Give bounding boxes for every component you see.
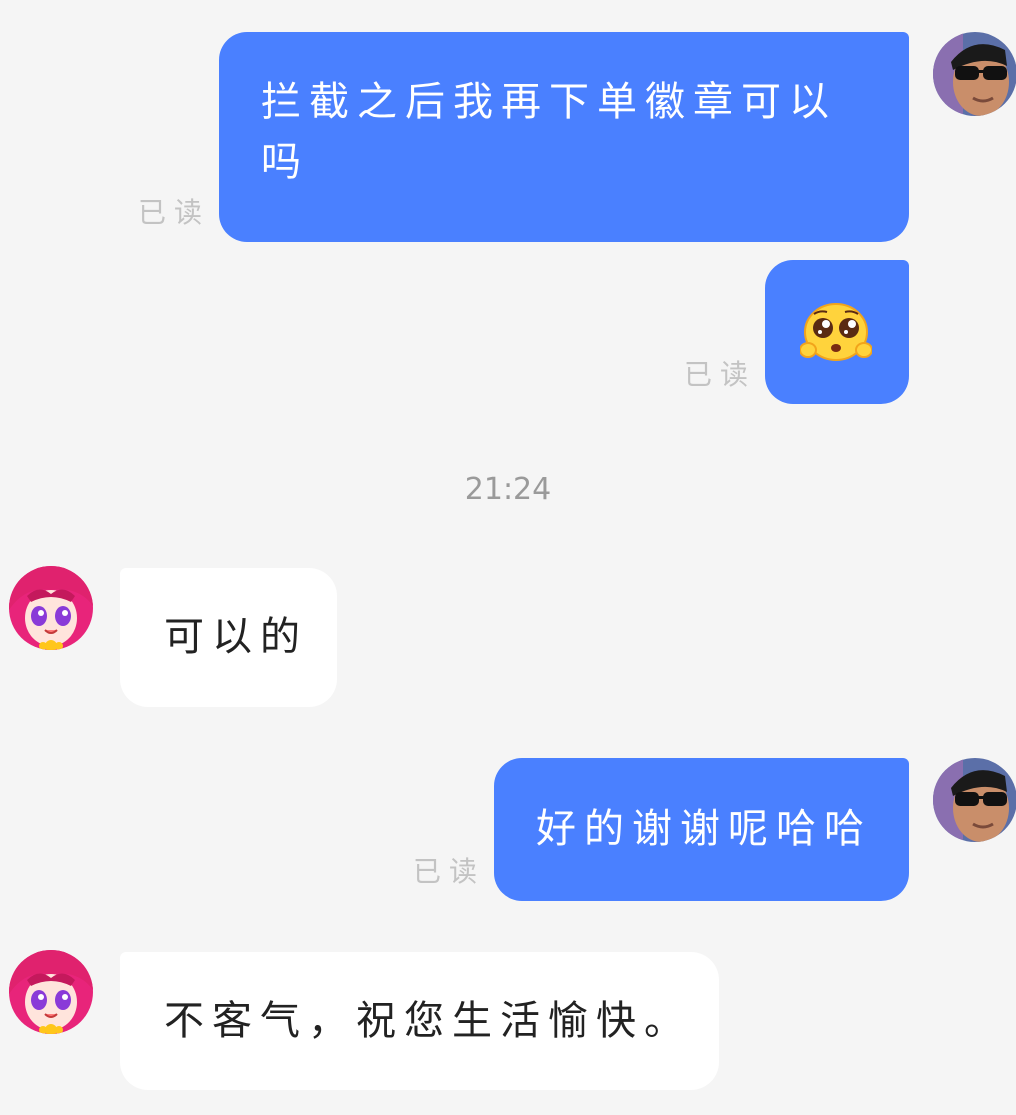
contact-avatar[interactable] — [9, 950, 93, 1034]
message-bubble-incoming[interactable]: 可以的 — [120, 568, 337, 707]
message-text: 拦截之后我再下单徽章可以吗 — [261, 79, 837, 185]
message-bubble-incoming[interactable]: 不客气，祝您生活愉快。 — [120, 952, 719, 1090]
message-bubble-outgoing[interactable]: 好的谢谢呢哈哈 — [494, 758, 909, 901]
message-text: 可以的 — [164, 614, 308, 660]
message-bubble-outgoing[interactable]: 拦截之后我再下单徽章可以吗 — [219, 32, 909, 242]
pleading-face-icon — [799, 300, 873, 364]
contact-avatar[interactable] — [9, 566, 93, 650]
message-text: 不客气，祝您生活愉快。 — [164, 998, 692, 1044]
read-receipt: 已读 — [413, 855, 486, 888]
self-avatar[interactable] — [933, 758, 1016, 842]
self-avatar[interactable] — [933, 32, 1016, 116]
message-text: 好的谢谢呢哈哈 — [536, 806, 872, 852]
message-timestamp: 21:24 — [464, 472, 552, 507]
read-receipt: 已读 — [138, 196, 211, 229]
read-receipt: 已读 — [684, 358, 757, 391]
